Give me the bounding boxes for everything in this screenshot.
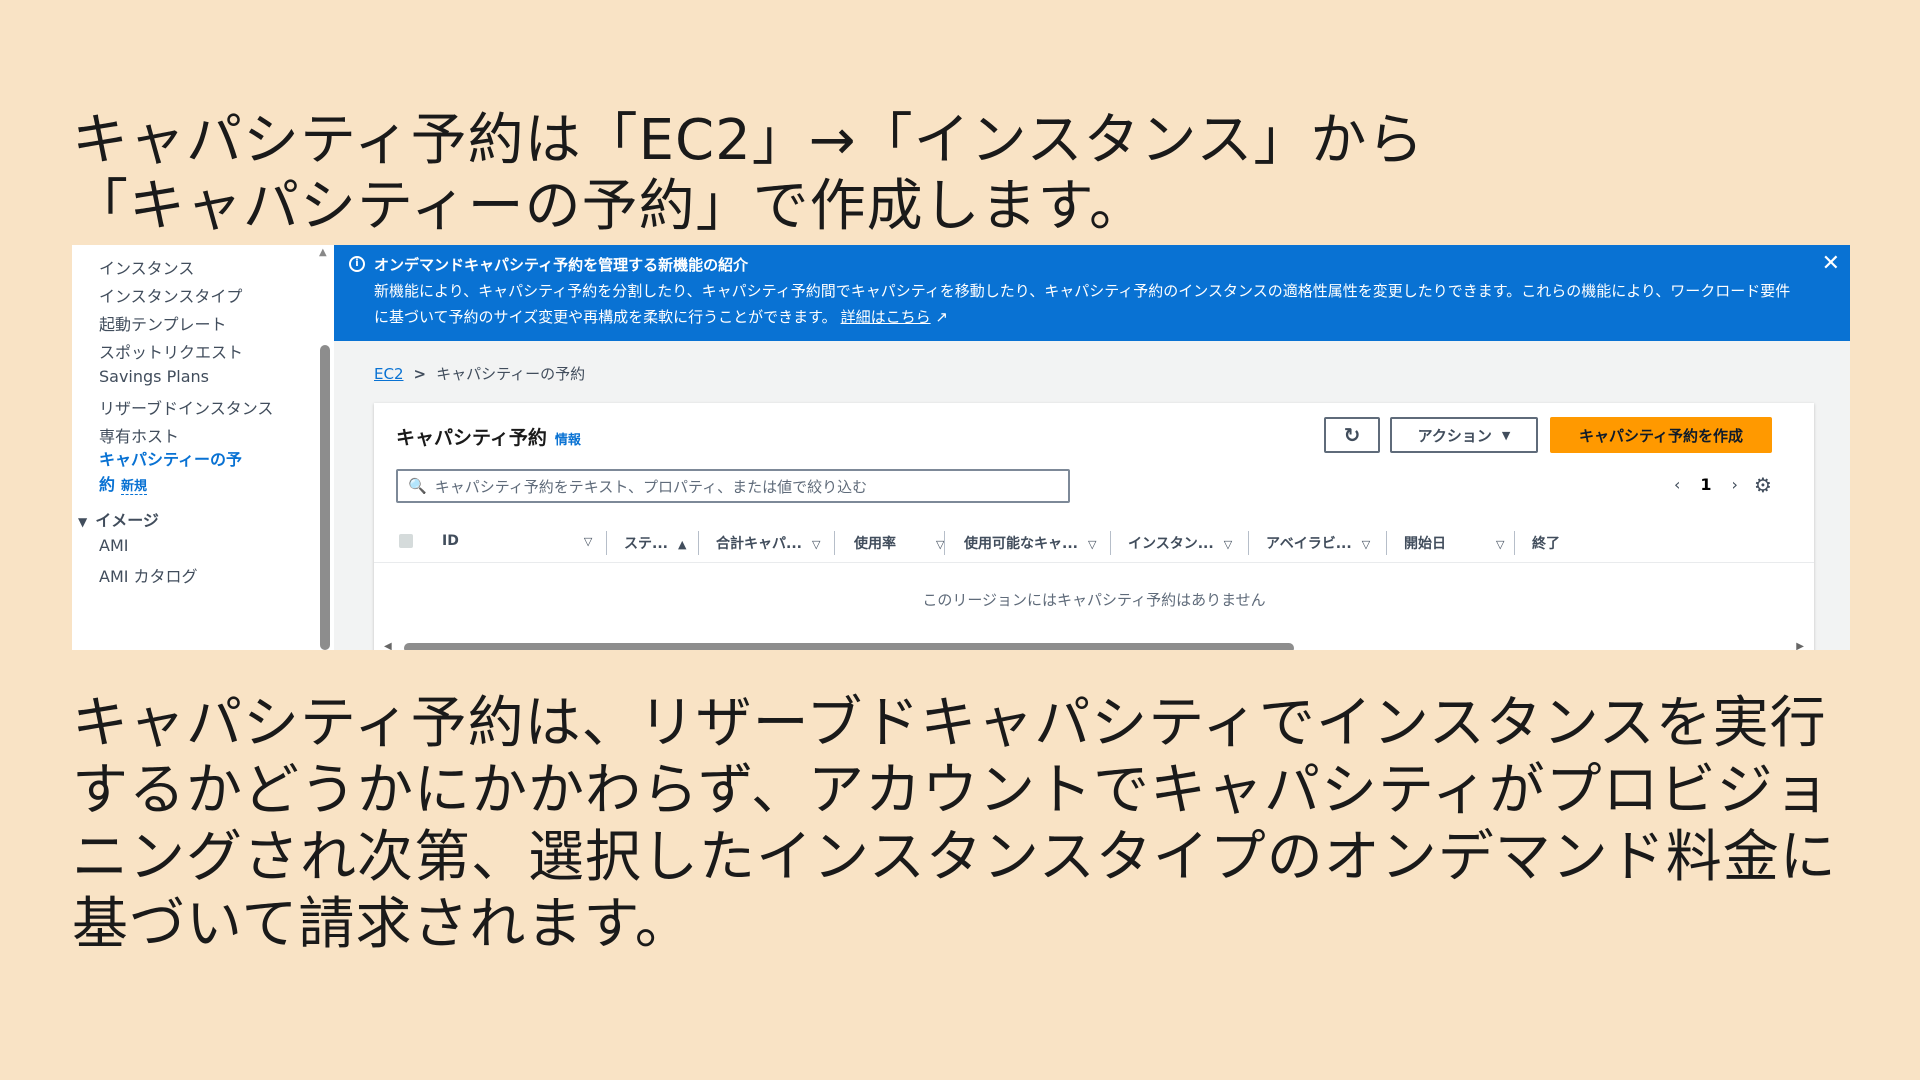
column-label: ID bbox=[442, 533, 459, 549]
console-screenshot: インスタンス インスタンスタイプ 起動テンプレート スポットリクエスト Savi… bbox=[72, 245, 1850, 650]
sort-down-icon: ▽ bbox=[1223, 538, 1233, 551]
banner-title: オンデマンドキャパシティ予約を管理する新機能の紹介 bbox=[374, 256, 749, 274]
empty-state-message: このリージョンにはキャパシティ予約はありません bbox=[922, 591, 1266, 609]
sort-down-icon: ▽ bbox=[1087, 538, 1097, 551]
sidebar-item-reserved-instances[interactable]: リザーブドインスタンス bbox=[99, 395, 273, 419]
search-placeholder: キャパシティ予約をテキスト、プロパティ、または値で絞り込む bbox=[434, 477, 868, 496]
close-icon[interactable]: ✕ bbox=[1822, 251, 1840, 276]
sort-up-icon: ▲ bbox=[677, 538, 687, 551]
breadcrumb-current: キャパシティーの予約 bbox=[436, 365, 586, 383]
sidebar-item-launch-templates[interactable]: 起動テンプレート bbox=[99, 311, 227, 335]
column-label: 終了 bbox=[1532, 536, 1560, 552]
sort-down-icon: ▽ bbox=[1496, 538, 1505, 551]
body-line-1: キャパシティ予約は、リザーブドキャパシティでインスタンスを実行 bbox=[72, 691, 1827, 756]
sidebar-item-dedicated-hosts[interactable]: 専有ホスト bbox=[99, 423, 179, 447]
sidebar-nav: インスタンス インスタンスタイプ 起動テンプレート スポットリクエスト Savi… bbox=[72, 245, 322, 650]
table-header: ID ▽ ステ... ▲ 合計キャパ... ▽ 使用率 ▽ 使用可能なキャ... ▽ イン… bbox=[374, 523, 1814, 563]
column-header-availability-zone[interactable]: アベイラビ... ▽ bbox=[1266, 533, 1370, 553]
column-header-id[interactable]: ID ▽ bbox=[442, 533, 592, 549]
info-link[interactable]: 情報 bbox=[555, 433, 581, 448]
column-divider[interactable] bbox=[698, 531, 699, 555]
search-input[interactable]: 🔍 キャパシティ予約をテキスト、プロパティ、または値で絞り込む bbox=[396, 469, 1070, 503]
sidebar-item-ami-catalog[interactable]: AMI カタログ bbox=[99, 563, 198, 587]
caret-down-icon: ▼ bbox=[78, 515, 88, 529]
info-banner: i オンデマンドキャパシティ予約を管理する新機能の紹介 新機能により、キャパシテ… bbox=[334, 245, 1850, 341]
actions-label: アクション bbox=[1417, 426, 1492, 445]
column-header-available-capacity[interactable]: 使用可能なキャ... ▽ bbox=[964, 533, 1096, 553]
heading-line-2: 「キャパシティーの予約」で作成します。 bbox=[72, 174, 1147, 239]
column-label: インスタン... bbox=[1128, 536, 1214, 552]
caret-down-icon: ▼ bbox=[1501, 428, 1511, 442]
sidebar-scrollbar[interactable]: ▲ bbox=[318, 245, 331, 650]
info-icon: i bbox=[349, 256, 365, 272]
column-divider[interactable] bbox=[944, 531, 945, 555]
slide-body-text: キャパシティ予約は、リザーブドキャパシティでインスタンスを実行 するかどうかにか… bbox=[72, 690, 1852, 958]
chevron-left-icon[interactable]: ‹ bbox=[1674, 475, 1680, 494]
heading-line-1: キャパシティ予約は「EC2」→「インスタンス」から bbox=[72, 108, 1425, 173]
scroll-left-icon[interactable]: ◀ bbox=[384, 641, 392, 650]
column-divider[interactable] bbox=[1248, 531, 1249, 555]
column-divider[interactable] bbox=[834, 531, 835, 555]
slide-heading: キャパシティ予約は「EC2」→「インスタンス」から 「キャパシティーの予約」で作… bbox=[72, 108, 1852, 240]
column-divider[interactable] bbox=[606, 531, 607, 555]
panel-title-text: キャパシティ予約 bbox=[396, 427, 547, 449]
sort-down-icon: ▽ bbox=[1361, 538, 1371, 551]
pagination: ‹ 1 › bbox=[1664, 475, 1748, 494]
chevron-right-icon[interactable]: › bbox=[1732, 475, 1738, 494]
scroll-right-icon[interactable]: ▶ bbox=[1796, 641, 1804, 650]
actions-button[interactable]: アクション ▼ bbox=[1390, 417, 1538, 453]
sidebar-item-instance-types[interactable]: インスタンスタイプ bbox=[99, 283, 242, 307]
breadcrumb-ec2-link[interactable]: EC2 bbox=[374, 365, 404, 383]
chevron-right-icon: > bbox=[413, 365, 427, 383]
column-label: 開始日 bbox=[1404, 536, 1446, 552]
column-label: 使用率 bbox=[854, 536, 896, 552]
create-reservation-button[interactable]: キャパシティ予約を作成 bbox=[1550, 417, 1772, 453]
table-horizontal-scrollbar[interactable]: ◀ ▶ bbox=[384, 641, 1804, 650]
sidebar-item-label-cont: 約 bbox=[99, 475, 116, 494]
external-link-icon: ↗ bbox=[930, 308, 948, 326]
sidebar-item-label: キャパシティーの予 bbox=[99, 450, 243, 469]
column-label: アベイラビ... bbox=[1266, 536, 1352, 552]
column-divider[interactable] bbox=[1110, 531, 1111, 555]
sidebar-item-instances[interactable]: インスタンス bbox=[99, 255, 194, 279]
sidebar-group-images[interactable]: ▼ イメージ bbox=[78, 507, 159, 531]
sidebar-group-label: イメージ bbox=[95, 511, 159, 530]
banner-text: 新機能により、キャパシティ予約を分割したり、キャパシティ予約間でキャパシティを移… bbox=[374, 282, 1791, 326]
column-header-utilization[interactable]: 使用率 ▽ bbox=[854, 533, 944, 553]
scrollbar-thumb[interactable] bbox=[404, 643, 1294, 650]
new-badge: 新規 bbox=[121, 479, 148, 495]
sort-down-icon: ▽ bbox=[583, 535, 593, 548]
sidebar-item-savings-plans[interactable]: Savings Plans bbox=[99, 367, 209, 386]
column-header-total-capacity[interactable]: 合計キャパ... ▽ bbox=[716, 533, 820, 553]
body-line-3: ニングされ次第、選択したインスタンスタイプのオンデマンド料金に bbox=[72, 825, 1837, 890]
banner-body: 新機能により、キャパシティ予約を分割したり、キャパシティ予約間でキャパシティを移… bbox=[374, 278, 1794, 330]
column-label: 合計キャパ... bbox=[716, 536, 802, 552]
column-divider[interactable] bbox=[1386, 531, 1387, 555]
main-content: EC2 > キャパシティーの予約 キャパシティ予約 情報 ↻ アクション ▼ キャパシテ… bbox=[334, 341, 1850, 650]
sidebar-item-capacity-reservations[interactable]: キャパシティーの予 約新規 bbox=[99, 447, 242, 499]
column-header-start-date[interactable]: 開始日 ▽ bbox=[1404, 533, 1504, 553]
body-line-4: 基づいて請求されます。 bbox=[72, 892, 692, 957]
breadcrumb: EC2 > キャパシティーの予約 bbox=[374, 363, 585, 384]
column-divider[interactable] bbox=[1514, 531, 1515, 555]
learn-more-link[interactable]: 詳細はこちら bbox=[841, 308, 931, 326]
refresh-button[interactable]: ↻ bbox=[1324, 417, 1380, 453]
refresh-icon: ↻ bbox=[1343, 423, 1361, 447]
sidebar-item-ami[interactable]: AMI bbox=[99, 536, 128, 555]
column-header-instance-type[interactable]: インスタン... ▽ bbox=[1128, 533, 1232, 553]
body-line-2: するかどうかにかかわらず、アカウントでキャパシティがプロビジョ bbox=[72, 758, 1831, 823]
sidebar-item-spot-requests[interactable]: スポットリクエスト bbox=[99, 339, 243, 363]
capacity-reservations-panel: キャパシティ予約 情報 ↻ アクション ▼ キャパシティ予約を作成 🔍 キャパシティ予… bbox=[374, 403, 1814, 650]
scrollbar-thumb[interactable] bbox=[320, 345, 330, 650]
search-icon: 🔍 bbox=[408, 477, 427, 495]
column-label: 使用可能なキャ... bbox=[964, 536, 1078, 552]
column-header-end-date[interactable]: 終了 bbox=[1532, 533, 1560, 553]
column-label: ステ... bbox=[624, 536, 668, 552]
sort-down-icon: ▽ bbox=[811, 538, 821, 551]
panel-title: キャパシティ予約 情報 bbox=[396, 423, 581, 450]
page-number[interactable]: 1 bbox=[1700, 475, 1711, 494]
scroll-up-icon[interactable]: ▲ bbox=[319, 247, 327, 258]
gear-icon[interactable]: ⚙ bbox=[1754, 473, 1772, 497]
column-header-status[interactable]: ステ... ▲ bbox=[624, 533, 686, 553]
